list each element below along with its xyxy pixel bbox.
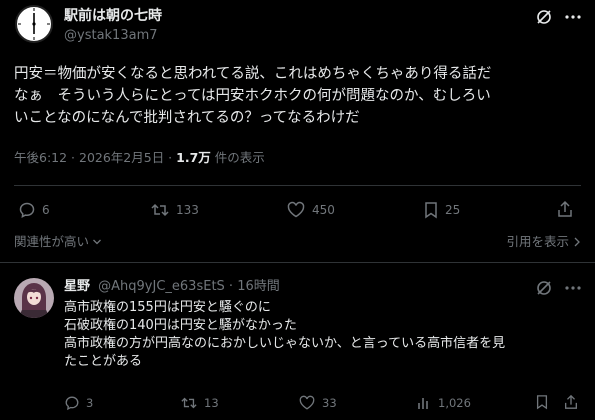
- clock-avatar-icon: [15, 5, 53, 43]
- reply-views-button[interactable]: 1,026: [416, 394, 471, 412]
- reply-share-button[interactable]: [563, 394, 579, 412]
- more-options-icon[interactable]: [563, 8, 583, 26]
- author-handle[interactable]: @ystak13am7: [64, 28, 158, 44]
- post-meta: 午後6:12 · 2026年2月5日 · 1.7万 件の表示: [14, 150, 265, 166]
- post-text-line: なぁ そういう人らにとっては円安ホクホクの何が問題なのか、むしろい: [14, 88, 491, 104]
- reply-reply-button[interactable]: 3: [64, 394, 93, 412]
- post-text-line: 円安＝物価が安くなると思われてる説、これはめちゃくちゃあり得る話だ: [14, 66, 492, 82]
- views-suffix: 件の表示: [210, 150, 265, 165]
- reply-repost-count: 13: [204, 396, 219, 410]
- like-icon: [287, 201, 305, 218]
- reply-text-line: 石破政権の140円は円安と騒がなかった: [64, 318, 297, 333]
- reply-avatar[interactable]: [14, 278, 54, 318]
- view-quotes-link[interactable]: 引用を表示: [506, 234, 581, 250]
- reply-display-name[interactable]: 星野: [64, 279, 90, 294]
- repost-icon: [151, 203, 169, 217]
- author-avatar[interactable]: [14, 4, 54, 44]
- author-display-name[interactable]: 駅前は朝の七時: [64, 8, 162, 25]
- reply-bookmark-button[interactable]: [535, 394, 549, 412]
- grok-icon[interactable]: [535, 8, 553, 26]
- repost-button[interactable]: 133: [150, 200, 199, 220]
- reply-like-button[interactable]: 33: [298, 394, 337, 412]
- post-text-line: いことなのになんで批判されてるの？ってなるわけだ: [14, 110, 360, 126]
- bookmark-count: 25: [445, 203, 461, 217]
- share-icon: [558, 200, 572, 217]
- reply-like-count: 33: [322, 396, 337, 410]
- bookmark-icon: [536, 395, 548, 410]
- divider: [14, 185, 581, 186]
- share-button[interactable]: [556, 200, 574, 220]
- bookmark-button[interactable]: 25: [423, 200, 460, 220]
- like-icon: [299, 395, 315, 410]
- reply-text-line: 高市政権の155円は円安と騒ぐのに: [64, 300, 271, 315]
- bookmark-icon: [425, 202, 437, 219]
- reply-more-options-icon[interactable]: [563, 279, 583, 297]
- reply-header: 星野 @Ahq9yJC_e63sEtS · 16時間: [64, 278, 280, 295]
- sort-label: 関連性が高い: [14, 234, 90, 249]
- reply-meta[interactable]: @Ahq9yJC_e63sEtS · 16時間: [98, 279, 280, 294]
- reply-button[interactable]: 6: [18, 200, 50, 220]
- views-count: 1.7万: [176, 150, 211, 165]
- reply-count: 6: [42, 203, 50, 217]
- reply-views-count: 1,026: [438, 396, 471, 410]
- reply-text: 高市政権の155円は円安と騒ぐのに 石破政権の140円は円安と騒がなかった 高市…: [64, 299, 589, 371]
- repost-icon: [181, 397, 197, 409]
- like-count: 450: [312, 203, 335, 217]
- chevron-right-icon: [574, 237, 580, 247]
- sort-dropdown[interactable]: 関連性が高い: [14, 234, 102, 250]
- view-quotes-label: 引用を表示: [506, 234, 569, 249]
- share-icon: [565, 394, 577, 409]
- reply-icon: [19, 202, 35, 219]
- reply-reply-count: 3: [86, 396, 94, 410]
- reply-icon: [65, 396, 79, 411]
- post-timestamp[interactable]: 午後6:12 · 2026年2月5日 ·: [14, 150, 176, 165]
- reply-text-line: 高市政権の方が円高なのにおかしいじゃないか、と言っている高市信者を見: [64, 336, 506, 351]
- repost-count: 133: [176, 203, 199, 217]
- anime-avatar-icon: [14, 278, 54, 318]
- post-text: 円安＝物価が安くなると思われてる説、これはめちゃくちゃあり得る話だ なぁ そうい…: [14, 63, 584, 129]
- like-button[interactable]: 450: [286, 200, 335, 220]
- reply-grok-icon[interactable]: [535, 279, 553, 297]
- chevron-down-icon: [93, 239, 101, 245]
- reply-text-line: たことがある: [64, 354, 143, 369]
- divider: [0, 262, 595, 263]
- reply-repost-button[interactable]: 13: [180, 394, 219, 412]
- views-chart-icon: [418, 398, 428, 409]
